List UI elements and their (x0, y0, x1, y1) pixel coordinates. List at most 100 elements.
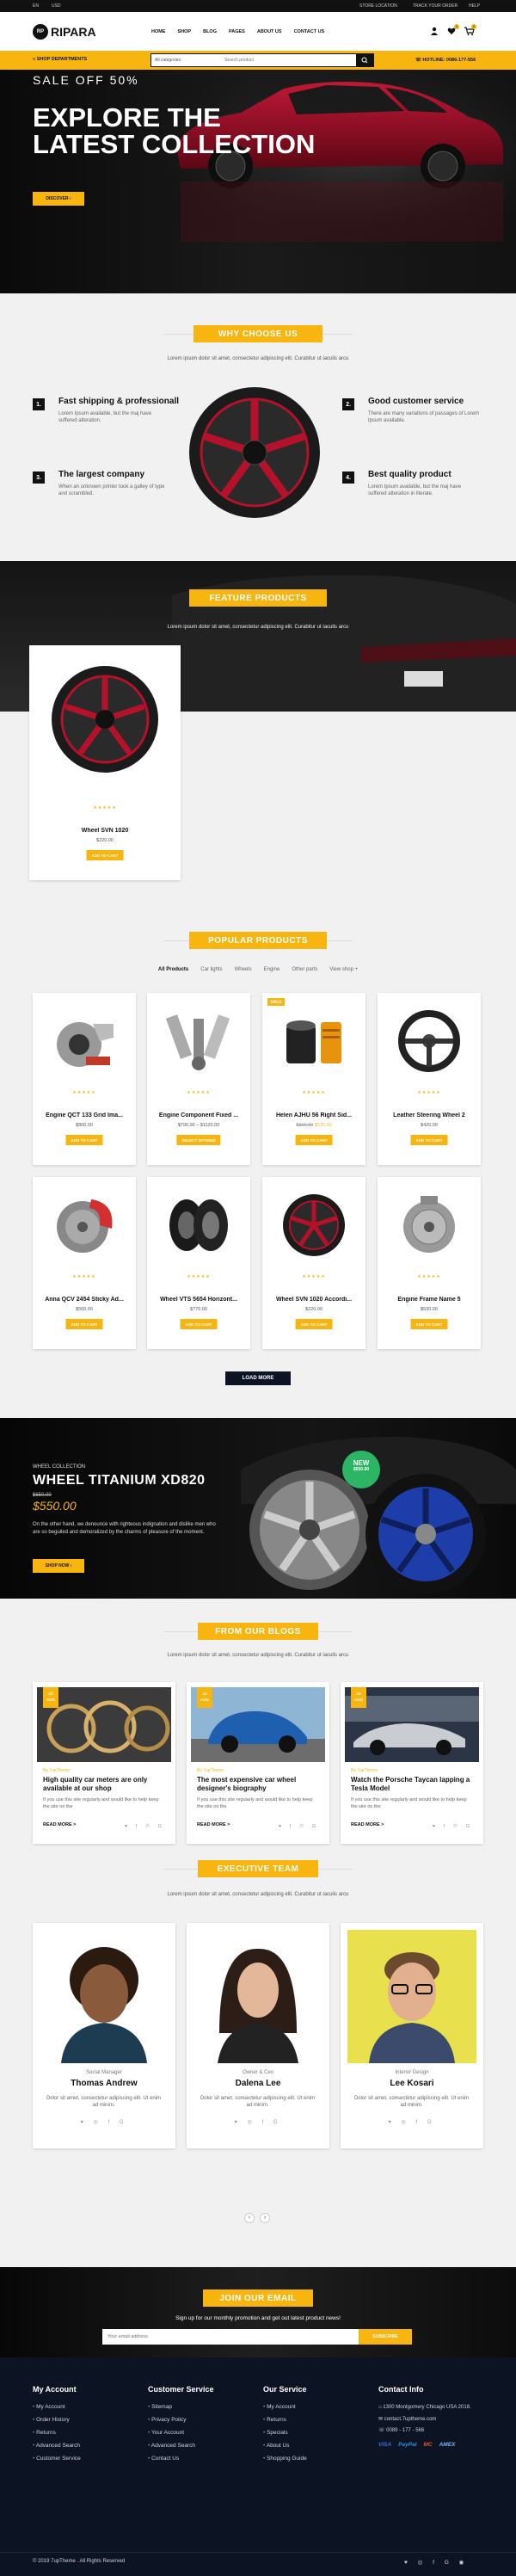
add-to-cart-button[interactable]: ADD TO CART (86, 850, 124, 860)
tab-other-parts[interactable]: Other parts (292, 967, 317, 972)
add-to-cart-button[interactable]: ADD TO CART (410, 1135, 448, 1145)
load-more-button[interactable]: LOAD MORE (225, 1371, 291, 1385)
hero-discover-button[interactable]: DISCOVER › (33, 192, 84, 206)
nav-shop[interactable]: SHOP (178, 29, 192, 34)
member-social-icons[interactable]: ♥ ◎ f G (187, 2119, 329, 2125)
footer-link[interactable]: My Account (263, 2404, 307, 2410)
footer-link[interactable]: Specials (263, 2430, 307, 2436)
footer-link[interactable]: Privacy Policy (148, 2417, 214, 2423)
blog-excerpt: If you use this site regularly and would… (197, 1797, 313, 1809)
add-to-cart-button[interactable]: ADD TO CART (65, 1135, 103, 1145)
footer-link[interactable]: Your Account (148, 2430, 214, 2436)
product-name[interactable]: Helen AJHU 56 Right Sid... (262, 1112, 366, 1119)
help-link[interactable]: HELP (469, 3, 480, 9)
featured-product-card[interactable]: ★★★★★ Wheel SVN 1020 $220.00 ADD TO CART (29, 645, 181, 880)
nav-pages[interactable]: PAGES (229, 29, 245, 34)
email-input[interactable] (108, 2331, 348, 2343)
product-card[interactable]: ★★★★★ Leather Steering Wheel 2 $420.00 A… (378, 993, 481, 1165)
footer-link[interactable]: Contact Us (148, 2456, 214, 2462)
user-icon[interactable] (430, 27, 439, 35)
member-social-icons[interactable]: ♥ ◎ f G (33, 2119, 175, 2125)
store-location-link[interactable]: STORE LOCATION (359, 3, 397, 9)
footer-link[interactable]: Sitemap (148, 2404, 214, 2410)
track-order-link[interactable]: TRACK YOUR ORDER (413, 3, 458, 9)
tab-car-lights[interactable]: Car lights (200, 967, 222, 972)
carousel-prev-button[interactable]: ‹ (244, 2213, 255, 2223)
product-name[interactable]: Engine QCT 133 Grid Ima... (33, 1112, 136, 1119)
wishlist-icon[interactable]: 0 (447, 24, 459, 35)
wheels-image (241, 1436, 516, 1594)
share-icons[interactable]: ♥ f ⓟ G (125, 1822, 165, 1829)
product-card[interactable]: ★★★★★ Engine Component Fixed ... $790.00… (147, 993, 250, 1165)
product-card[interactable]: ★★★★★ Wheel VTS 5654 Horizont... $770.00… (147, 1177, 250, 1349)
nav-home[interactable]: HOME (151, 29, 166, 34)
product-name[interactable]: Wheel SVN 1020 (29, 828, 181, 834)
cart-icon[interactable]: 0 (464, 24, 476, 35)
footer-social-icons[interactable]: ♥ ◎ f G ◉ (404, 2559, 468, 2566)
share-icons[interactable]: ♥ f ⓟ G (433, 1822, 473, 1829)
share-icons[interactable]: ♥ f ⓟ G (279, 1822, 319, 1829)
footer-link[interactable]: Customer Service (33, 2456, 81, 2462)
team-card[interactable]: Social Manager Thomas Andrew Dolor sit a… (33, 1923, 175, 2148)
footer-link[interactable]: My Account (33, 2404, 81, 2410)
member-social-icons[interactable]: ♥ ◎ f G (341, 2119, 483, 2125)
search-button[interactable] (356, 54, 373, 66)
newsletter-title: JOIN OUR EMAIL (203, 2289, 313, 2307)
read-more-link[interactable]: READ MORE > (197, 1822, 230, 1827)
product-card[interactable]: ★★★★★ Engine QCT 133 Grid Ima... $800.00… (33, 993, 136, 1165)
newsletter-form: SUBSCRIBE (102, 2329, 412, 2345)
footer-email[interactable]: ✉ contact.7uptheme.com (378, 2416, 490, 2422)
view-shop-link[interactable]: View shop + (329, 967, 358, 972)
add-to-cart-button[interactable]: ADD TO CART (295, 1135, 333, 1145)
currency-select[interactable]: USD (52, 3, 61, 9)
product-name[interactable]: Leather Steering Wheel 2 (378, 1112, 481, 1119)
product-name[interactable]: Wheel VTS 5654 Horizont... (147, 1297, 250, 1303)
product-name[interactable]: Wheel SVN 1020 Accordi... (262, 1297, 366, 1303)
product-card[interactable]: ★★★★★ Wheel SVN 1020 Accordi... $220.00 … (262, 1177, 366, 1349)
select-options-button[interactable]: SELECT OPTIONS (176, 1135, 221, 1145)
product-card[interactable]: ★★★★★ Anna QCV 2454 Sticky Ad... $500.00… (33, 1177, 136, 1349)
team-card[interactable]: Interior Design Lee Kosari Dolor sit ame… (341, 1923, 483, 2148)
add-to-cart-button[interactable]: ADD TO CART (65, 1319, 103, 1329)
blog-card[interactable]: 23 AUG By 7upTheme Watch the Porsche Tayc… (341, 1682, 483, 1844)
footer-link[interactable]: Returns (33, 2430, 81, 2436)
shop-now-button[interactable]: SHOP NOW › (33, 1559, 84, 1573)
add-to-cart-button[interactable]: ADD TO CART (180, 1319, 218, 1329)
footer-link[interactable]: Order History (33, 2417, 81, 2423)
tab-all-products[interactable]: All Products (158, 967, 188, 972)
add-to-cart-button[interactable]: ADD TO CART (410, 1319, 448, 1329)
blog-title[interactable]: Watch the Porsche Taycan lapping a Tesla… (351, 1776, 471, 1793)
blog-card[interactable]: 23 AUG By 7upTheme The most expensive car… (187, 1682, 329, 1844)
carousel-next-button[interactable]: › (260, 2213, 270, 2223)
language-select[interactable]: EN (33, 3, 39, 9)
footer-link[interactable]: Shopping Guide (263, 2456, 307, 2462)
shop-departments-button[interactable]: ≡ SHOP DEPARTMENTS (33, 57, 87, 62)
tab-wheels[interactable]: Wheels (235, 967, 252, 972)
search-category-select[interactable]: All categories (155, 58, 181, 63)
read-more-link[interactable]: READ MORE > (43, 1822, 76, 1827)
nav-blog[interactable]: BLOG (203, 29, 217, 34)
product-card[interactable]: ★★★★★ Engine Frame Name 5 $530.00 ADD TO… (378, 1177, 481, 1349)
footer-col-my-account: My Account My Account Order History Retu… (33, 2385, 81, 2468)
product-name[interactable]: Engine Frame Name 5 (378, 1297, 481, 1303)
nav-contact[interactable]: CONTACT US (294, 29, 325, 34)
blog-title[interactable]: The most expensive car wheel designer's … (197, 1776, 317, 1793)
search-input[interactable] (224, 55, 353, 65)
blog-author: By 7upTheme (43, 1768, 71, 1773)
tab-engine[interactable]: Engine (264, 967, 280, 972)
footer-link[interactable]: Advanced Search (148, 2443, 214, 2449)
product-name[interactable]: Anna QCV 2454 Sticky Ad... (33, 1297, 136, 1303)
footer-link[interactable]: About Us (263, 2443, 307, 2449)
blog-card[interactable]: 23 AUG By 7upTheme High quality car meter… (33, 1682, 175, 1844)
blog-title[interactable]: High quality car meters are only availab… (43, 1776, 163, 1793)
logo[interactable]: RP RIPARA (33, 24, 96, 40)
footer-link[interactable]: Returns (263, 2417, 307, 2423)
add-to-cart-button[interactable]: ADD TO CART (295, 1319, 333, 1329)
footer-link[interactable]: Advanced Search (33, 2443, 81, 2449)
product-card[interactable]: SALE ★★★★★ Helen AJHU 56 Right Sid... $8… (262, 993, 366, 1165)
read-more-link[interactable]: READ MORE > (351, 1822, 384, 1827)
nav-about[interactable]: ABOUT US (257, 29, 282, 34)
team-card[interactable]: Owner & Ceo Dalena Lee Dolor sit amet, c… (187, 1923, 329, 2148)
subscribe-button[interactable]: SUBSCRIBE (359, 2329, 412, 2345)
product-name[interactable]: Engine Component Fixed ... (147, 1112, 250, 1119)
